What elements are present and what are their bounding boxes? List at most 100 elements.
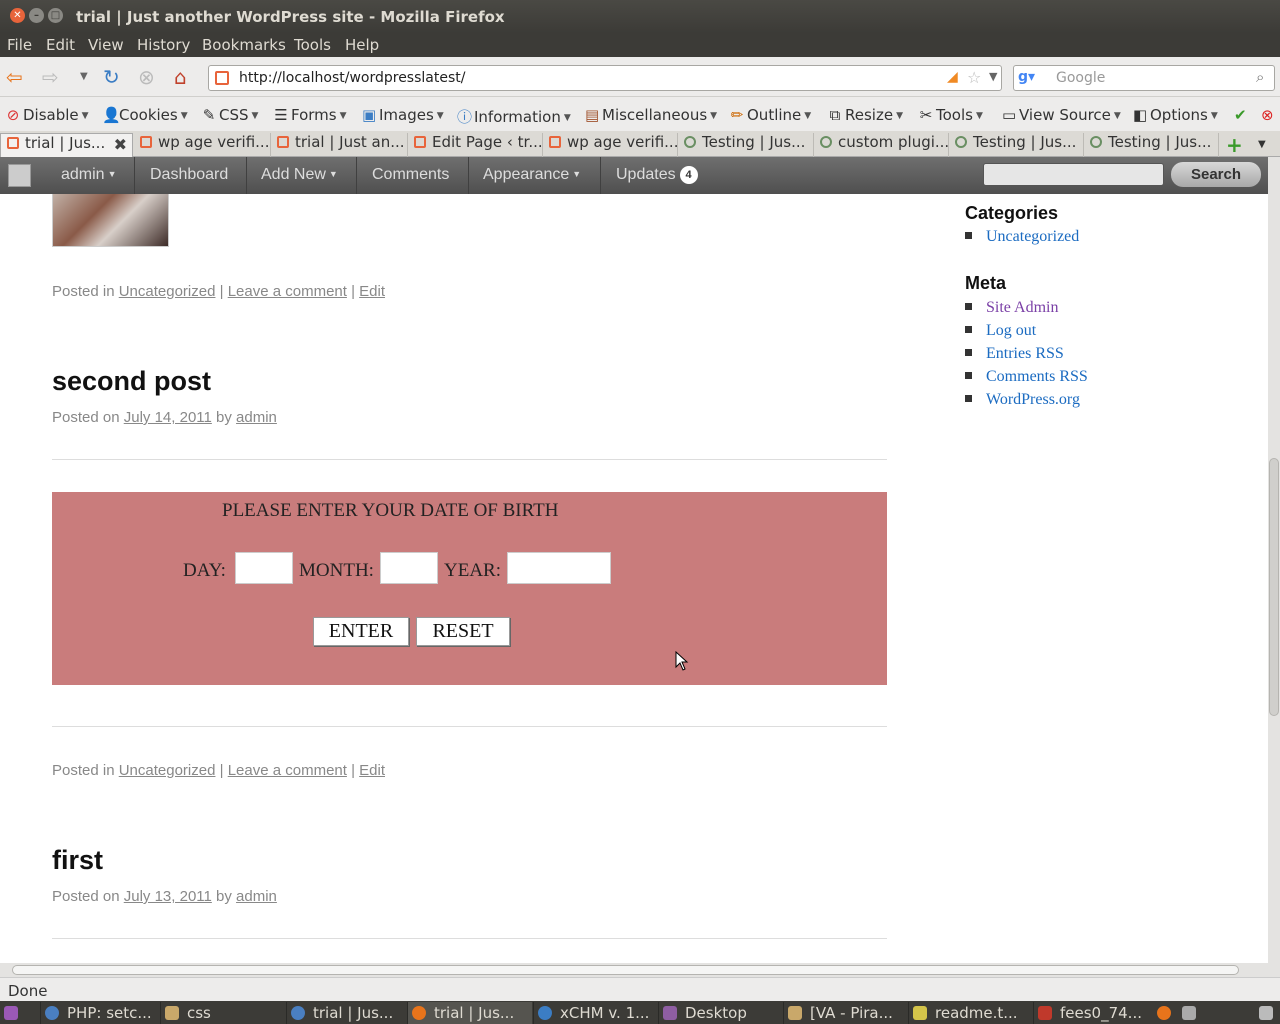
user-avatar-icon[interactable] [8, 164, 31, 187]
tab-close-icon[interactable]: ✖ [114, 135, 127, 154]
url-dropdown-icon[interactable]: ▼ [989, 70, 997, 83]
admin-dashboard-link[interactable]: Dashboard [150, 166, 228, 184]
admin-user-menu[interactable]: admin ▼ [61, 166, 117, 184]
taskbar-item-php[interactable]: PHP: setc... [40, 1002, 159, 1024]
tab-testing-3[interactable]: Testing | Jus... [1084, 133, 1219, 157]
leave-comment-link[interactable]: Leave a comment [228, 762, 347, 779]
admin-comments-link[interactable]: Comments [372, 166, 449, 184]
search-bar[interactable]: g▾ Google ⌕ [1013, 65, 1275, 91]
menu-tools[interactable]: Tools [294, 36, 331, 54]
post-title[interactable]: second post [52, 366, 211, 397]
taskbar-item-va-pira[interactable]: [VA - Pira... [783, 1002, 907, 1024]
day-input[interactable] [235, 552, 293, 584]
menu-help[interactable]: Help [345, 36, 379, 54]
history-dropdown-icon[interactable]: ▼ [80, 65, 88, 89]
tab-testing-1[interactable]: Testing | Jus... [678, 133, 814, 157]
taskbar-item-fees[interactable]: fees0_74... [1033, 1002, 1151, 1024]
devbar-images[interactable]: ▣ Images ▼ [362, 106, 444, 124]
devbar-miscellaneous[interactable]: ▤ Miscellaneous ▼ [585, 106, 717, 124]
author-link[interactable]: admin [236, 409, 277, 426]
window-close-button[interactable]: ✕ [10, 8, 25, 23]
devbar-css[interactable]: ✎ CSS ▼ [202, 106, 259, 124]
window-maximize-button[interactable]: □ [48, 8, 63, 23]
taskbar-item-xchm[interactable]: xCHM v. 1... [533, 1002, 657, 1024]
devbar-forms[interactable]: ☰ Forms ▼ [274, 106, 346, 124]
devbar-tools[interactable]: ✂ Tools ▼ [919, 106, 983, 124]
enter-button[interactable]: ENTER [313, 617, 409, 646]
devbar-disable[interactable]: ⊘ Disable ▼ [6, 106, 89, 124]
rss-feed-icon[interactable]: ◢ [947, 69, 958, 85]
wordpress-org-link[interactable]: WordPress.org [986, 391, 1080, 408]
category-link[interactable]: Uncategorized [119, 762, 216, 779]
tab-custom-plugi[interactable]: custom plugi... [814, 133, 949, 157]
home-icon[interactable]: ⌂ [174, 65, 187, 89]
devbar-outline[interactable]: ✏ Outline ▼ [730, 106, 811, 124]
author-link[interactable]: admin [236, 888, 277, 905]
url-text[interactable]: http://localhost/wordpresslatest/ [239, 70, 465, 86]
taskbar-item-css[interactable]: css [160, 1002, 285, 1024]
category-link[interactable]: Uncategorized [119, 283, 216, 300]
firefox-tray-icon[interactable] [1153, 1002, 1177, 1024]
search-magnifier-icon[interactable]: ⌕ [1256, 68, 1264, 86]
devbar-information[interactable]: ⓘ Information ▼ [457, 106, 571, 127]
taskbar-item-trial-firefox[interactable]: trial | Jus... [407, 1002, 532, 1024]
errors-icon[interactable]: ⊗ [1261, 106, 1274, 124]
reload-icon[interactable]: ↻ [103, 65, 120, 89]
devbar-cookies[interactable]: 👤Cookies ▼ [102, 106, 188, 124]
window-minimize-button[interactable]: – [29, 8, 44, 23]
tab-wp-age-verifi-1[interactable]: wp age verifi... [134, 133, 271, 157]
admin-updates-link[interactable]: Updates 4 [616, 166, 698, 184]
edit-link[interactable]: Edit [359, 283, 385, 300]
menu-file[interactable]: File [7, 36, 32, 54]
admin-search-input[interactable] [983, 163, 1164, 186]
tab-testing-2[interactable]: Testing | Jus... [949, 133, 1084, 157]
devbar-options[interactable]: ◧ Options ▼ [1133, 106, 1218, 124]
tab-edit-page[interactable]: Edit Page ‹ tr... [408, 133, 543, 157]
show-desktop-icon[interactable] [0, 1002, 40, 1024]
post-title[interactable]: first [52, 845, 103, 876]
admin-updates-label: Updates [616, 166, 676, 183]
leave-comment-link[interactable]: Leave a comment [228, 283, 347, 300]
post-date-link[interactable]: July 13, 2011 [124, 888, 212, 905]
tab-list-dropdown-icon[interactable]: ▼ [1258, 133, 1276, 157]
entries-rss-link[interactable]: Entries RSS [986, 345, 1064, 362]
new-tab-plus-icon[interactable]: + [1226, 133, 1250, 157]
url-bar[interactable]: http://localhost/wordpresslatest/ ◢ ☆ ▼ [208, 65, 1002, 91]
month-input[interactable] [380, 552, 438, 584]
admin-search-button[interactable]: Search [1171, 162, 1261, 187]
site-admin-link[interactable]: Site Admin [986, 299, 1058, 316]
search-placeholder[interactable]: Google [1056, 70, 1105, 86]
admin-appearance-menu[interactable]: Appearance ▼ [483, 166, 581, 184]
google-engine-icon[interactable]: g▾ [1018, 69, 1035, 85]
menu-view[interactable]: View [88, 36, 124, 54]
comments-rss-link[interactable]: Comments RSS [986, 368, 1088, 385]
reset-button[interactable]: RESET [416, 617, 510, 646]
devbar-view-source[interactable]: ▭ View Source ▼ [1002, 106, 1121, 124]
bookmark-star-icon[interactable]: ☆ [967, 68, 981, 87]
horizontal-scrollbar-thumb[interactable] [12, 965, 1239, 975]
tab-wp-age-verifi-2[interactable]: wp age verifi... [543, 133, 678, 157]
taskbar-item-readme[interactable]: readme.t... [908, 1002, 1032, 1024]
forward-icon[interactable]: ⇨ [42, 65, 59, 89]
log-out-link[interactable]: Log out [986, 322, 1036, 339]
window-tray-icon[interactable] [1178, 1002, 1202, 1024]
post-date-link[interactable]: July 14, 2011 [124, 409, 212, 426]
year-input[interactable] [507, 552, 611, 584]
category-uncategorized-link[interactable]: Uncategorized [986, 228, 1079, 245]
edit-link[interactable]: Edit [359, 762, 385, 779]
taskbar-item-desktop[interactable]: Desktop [658, 1002, 782, 1024]
admin-add-new-menu[interactable]: Add New ▼ [261, 166, 338, 184]
validation-check-icon[interactable]: ✔ [1234, 106, 1247, 124]
devbar-resize[interactable]: ⧉ Resize ▼ [828, 106, 903, 124]
stop-icon[interactable]: ⊗ [138, 65, 155, 89]
taskbar-item-trial-chrome[interactable]: trial | Jus... [286, 1002, 406, 1024]
menu-history[interactable]: History [137, 36, 190, 54]
tab-trial-just-an[interactable]: trial | Just an... [271, 133, 408, 157]
trash-icon[interactable] [1255, 1002, 1279, 1024]
menu-edit[interactable]: Edit [46, 36, 75, 54]
vertical-scrollbar-thumb[interactable] [1269, 458, 1279, 716]
menu-bookmarks[interactable]: Bookmarks [202, 36, 286, 54]
post-thumbnail-image[interactable] [52, 194, 169, 247]
tab-trial-active[interactable]: trial | Jus... ✖ [0, 133, 133, 157]
back-icon[interactable]: ⇦ [6, 65, 23, 89]
